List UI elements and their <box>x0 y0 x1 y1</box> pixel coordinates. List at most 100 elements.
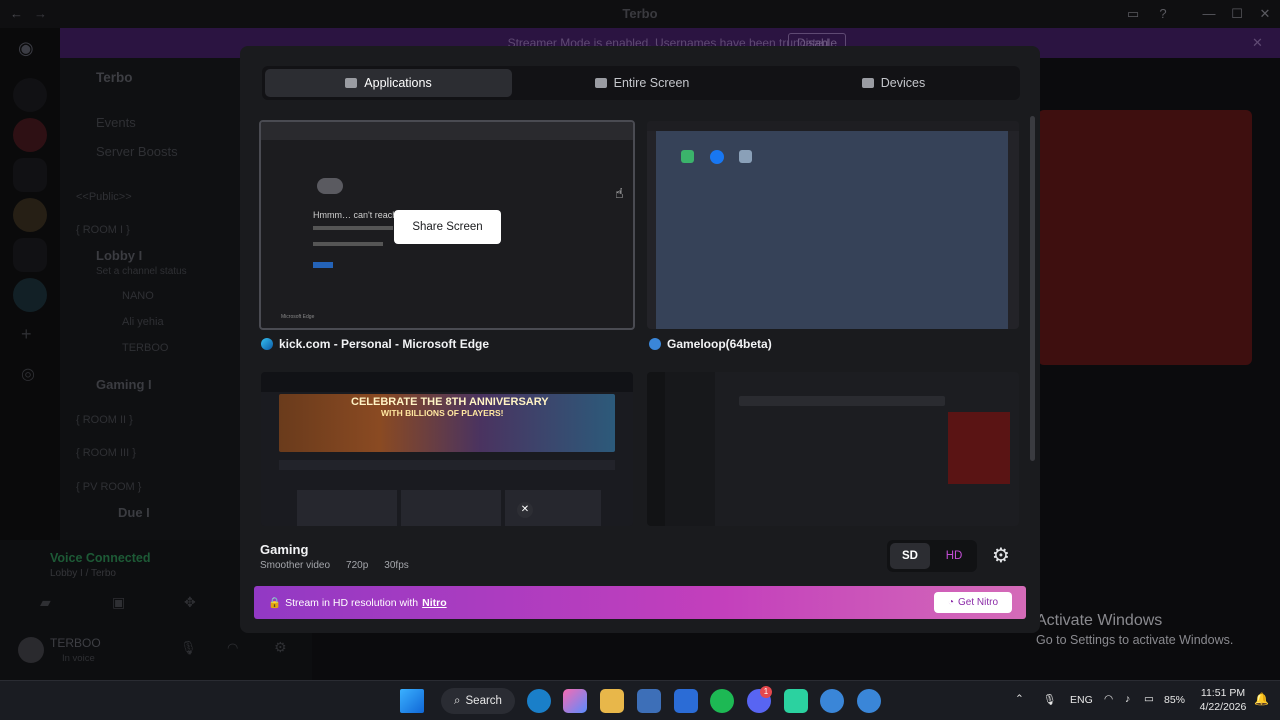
desktop-area <box>656 131 1008 329</box>
channel-lobby-1[interactable]: Lobby I <box>96 248 142 263</box>
browser-tabbar <box>261 122 633 140</box>
voice-user[interactable]: NANO <box>122 290 154 302</box>
taskbar-search[interactable]: ⌕ Search <box>441 688 515 714</box>
minimize-icon[interactable]: — <box>1198 4 1220 24</box>
preview-footer: Microsoft Edge <box>281 314 315 320</box>
battery-icon[interactable]: ▭ <box>1144 693 1154 705</box>
channel-gaming-1[interactable]: Gaming I <box>96 377 152 392</box>
server-name[interactable]: Terbo <box>96 70 133 85</box>
lock-icon: 🔒 <box>268 597 282 609</box>
server-icon[interactable] <box>13 158 47 192</box>
window-titlebar <box>647 121 1019 131</box>
microphone-tray-icon[interactable]: 🎙 <box>1043 693 1056 706</box>
microphone-icon[interactable]: 🎙 <box>180 640 197 656</box>
server-icon[interactable] <box>13 238 47 272</box>
todo-icon[interactable] <box>674 689 698 713</box>
category-public[interactable]: <<Public>> <box>76 191 132 203</box>
gameloop-taskbar-icon[interactable] <box>820 689 844 713</box>
category-room-2[interactable]: { ROOM II } <box>76 414 133 426</box>
settings-icon[interactable]: ⚙ <box>274 639 287 656</box>
events-link[interactable]: Events <box>96 115 136 130</box>
mini-red-panel <box>948 412 1010 484</box>
screen-share-icon[interactable]: ▣ <box>112 594 125 611</box>
facebook-icon <box>710 150 724 164</box>
get-nitro-label: Get Nitro <box>958 597 999 608</box>
windows-start-icon[interactable] <box>400 689 424 713</box>
source-thumbnail-gameloop[interactable] <box>647 121 1019 329</box>
clock-date[interactable]: 4/22/2026 <box>1196 701 1250 713</box>
activities-icon[interactable]: ✥ <box>184 594 196 611</box>
source-label: Gameloop(64beta) <box>667 337 772 351</box>
inbox-icon[interactable]: ▭ <box>1122 4 1144 24</box>
help-icon[interactable]: ? <box>1152 4 1174 24</box>
maximize-icon[interactable]: ☐ <box>1226 4 1248 24</box>
notifications-icon[interactable]: 🔔 <box>1254 692 1269 706</box>
edge-icon <box>261 338 273 350</box>
nitro-icon: ◔ <box>947 597 955 608</box>
app-icon <box>681 150 694 163</box>
wifi-icon[interactable]: ◠ <box>1104 693 1113 705</box>
server-icon[interactable] <box>13 118 47 152</box>
x-icon: ✕ <box>517 502 533 518</box>
mini-tabs <box>739 396 945 406</box>
close-banner-icon[interactable]: ✕ <box>1252 35 1263 51</box>
username[interactable]: TERBOO <box>50 636 101 650</box>
close-window-icon[interactable]: ✕ <box>1254 4 1276 24</box>
app-taskbar-icon[interactable] <box>784 689 808 713</box>
copilot-icon[interactable] <box>563 689 587 713</box>
edge-taskbar-icon[interactable] <box>527 689 551 713</box>
server-icon[interactable] <box>13 198 47 232</box>
banner-headline: CELEBRATE THE 8TH ANNIVERSARY <box>351 396 549 408</box>
source-thumbnail-store[interactable]: CELEBRATE THE 8TH ANNIVERSARY WITH BILLI… <box>261 372 633 526</box>
clock-time[interactable]: 11:51 PM <box>1198 687 1248 699</box>
explore-icon[interactable]: ◎ <box>21 364 35 384</box>
hd-button[interactable]: HD <box>934 543 974 569</box>
store-icon[interactable] <box>637 689 661 713</box>
app-icon <box>739 150 752 163</box>
store-row <box>279 460 615 470</box>
nitro-upsell-bar: 🔒 Stream in HD resolution with Nitro ◔ Ge… <box>254 586 1026 619</box>
headphones-icon[interactable]: ◠ <box>227 640 238 656</box>
channel-status[interactable]: Set a channel status <box>96 266 187 277</box>
category-room-3[interactable]: { ROOM III } <box>76 447 136 459</box>
taskbar: ⌕ Search 1 ⌃ 🎙 ENG ◠ ♪ ▭ 85% 11:51 PM 4/2… <box>0 680 1280 720</box>
sd-button[interactable]: SD <box>890 543 930 569</box>
window-title: Terbo <box>622 6 658 21</box>
spotify-icon[interactable] <box>710 689 734 713</box>
preview-line <box>313 226 393 230</box>
quality-fps: 30fps <box>384 560 409 571</box>
server-icon[interactable] <box>13 78 47 112</box>
gameloop-taskbar-icon[interactable] <box>857 689 881 713</box>
mini-server-list <box>647 372 665 526</box>
scrollbar[interactable] <box>1030 116 1035 461</box>
tab-entire-screen[interactable]: Entire Screen <box>518 69 766 97</box>
language-indicator[interactable]: ENG <box>1070 694 1093 706</box>
discord-home-icon[interactable]: ◉ <box>18 38 34 59</box>
source-thumbnail-discord[interactable] <box>647 372 1019 526</box>
get-nitro-button[interactable]: ◔ Get Nitro <box>934 592 1012 613</box>
share-screen-button[interactable]: Share Screen <box>394 210 501 244</box>
user-status: In voice <box>62 653 95 664</box>
volume-icon[interactable]: ♪ <box>1125 693 1130 705</box>
no-camera-icon[interactable]: ▰ <box>40 594 51 611</box>
server-boosts-link[interactable]: Server Boosts <box>96 144 178 159</box>
category-room-1[interactable]: { ROOM I } <box>76 224 130 236</box>
category-pv-room[interactable]: { PV ROOM } <box>76 481 141 493</box>
nitro-link[interactable]: Nitro <box>422 597 447 609</box>
avatar[interactable] <box>18 637 44 663</box>
camera-icon <box>861 78 874 88</box>
stream-settings-icon[interactable]: ⚙ <box>987 542 1015 570</box>
add-server-icon[interactable]: + <box>21 324 32 345</box>
file-explorer-icon[interactable] <box>600 689 624 713</box>
tab-applications[interactable]: Applications <box>265 69 512 97</box>
quality-title: Gaming <box>260 542 309 557</box>
channel-due-1[interactable]: Due I <box>118 505 150 520</box>
source-thumbnail-edge[interactable]: Hmmm… can't reach th Microsoft Edge Shar… <box>259 120 635 330</box>
voice-channel[interactable]: Lobby I / Terbo <box>50 568 116 579</box>
preview-button <box>313 262 333 268</box>
voice-user[interactable]: TERBOO <box>122 342 168 354</box>
server-icon[interactable] <box>13 278 47 312</box>
chevron-up-icon[interactable]: ⌃ <box>1015 693 1024 705</box>
voice-user[interactable]: Ali yehia <box>122 316 164 328</box>
tab-devices[interactable]: Devices <box>770 69 1017 97</box>
